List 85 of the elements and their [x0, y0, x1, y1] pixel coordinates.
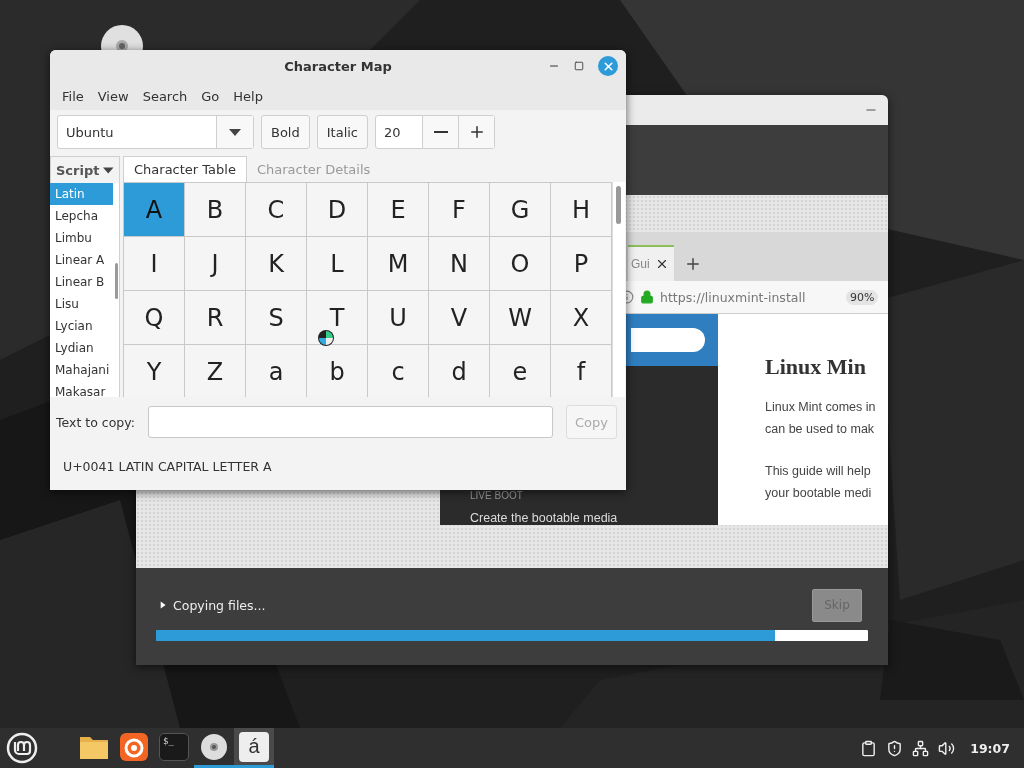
character-cell[interactable]: H [551, 183, 612, 237]
script-item[interactable]: Limbu [50, 227, 113, 249]
script-item[interactable]: Lisu [50, 293, 113, 315]
text-to-copy-field[interactable] [148, 406, 553, 438]
network-icon[interactable] [912, 739, 930, 757]
scrollbar-thumb[interactable] [616, 186, 621, 224]
maximize-icon[interactable] [574, 61, 584, 71]
menu-item[interactable]: Go [195, 88, 226, 104]
size-value: 20 [383, 123, 402, 142]
status-text: U+0041 LATIN CAPITAL LETTER A [63, 459, 273, 474]
dropdown-button[interactable] [216, 116, 253, 148]
character-cell[interactable]: T [307, 291, 368, 345]
tab[interactable]: Character Table [123, 156, 247, 182]
script-item[interactable]: Linear B [50, 271, 113, 293]
decrease-button[interactable] [422, 116, 459, 148]
close-icon [601, 59, 615, 73]
paragraph: Linux Mint comes in can be used to mak [765, 399, 877, 438]
tab-title: Gui [631, 257, 650, 272]
close-button[interactable] [598, 56, 618, 76]
paragraph: This guide will help your bootable medi [765, 463, 873, 502]
clock[interactable]: 19:07 [970, 740, 1010, 756]
busy-cursor-icon [317, 329, 335, 347]
disc-icon [200, 732, 228, 761]
zoom-level: 90% [846, 289, 879, 305]
character-cell[interactable]: P [551, 237, 612, 291]
page-heading: Linux Min [765, 354, 867, 380]
italic-button[interactable]: Italic [316, 115, 369, 149]
character-cell[interactable]: V [429, 291, 490, 345]
character-cell[interactable]: L [307, 237, 368, 291]
character-cell[interactable]: F [429, 183, 490, 237]
menu-item[interactable]: View [91, 88, 135, 104]
character-cell[interactable]: I [124, 237, 185, 291]
taskbar-app[interactable]: $_ [154, 728, 194, 768]
script-item[interactable]: Mahajani [50, 359, 113, 381]
shield-icon[interactable] [886, 739, 904, 757]
minus-icon [433, 131, 448, 133]
browser-icon [120, 732, 148, 761]
caret-icon [103, 166, 114, 174]
scrollbar-thumb[interactable] [115, 263, 118, 299]
script-item[interactable]: Lydian [50, 337, 113, 359]
character-cell[interactable]: U [368, 291, 429, 345]
character-cell[interactable]: C [246, 183, 307, 237]
font-combo[interactable]: Ubuntu [57, 115, 254, 149]
expander-arrow-icon [160, 600, 167, 610]
character-cell[interactable]: K [246, 237, 307, 291]
sidebar-text: Create the bootable media [470, 511, 619, 525]
character-map-icon: á [239, 731, 269, 762]
caret-icon [229, 128, 241, 136]
sidebar-text: LIVE BOOT [470, 490, 524, 501]
increase-button[interactable] [458, 116, 495, 148]
character-cell[interactable]: A [124, 183, 185, 237]
script-button[interactable]: Script [50, 156, 120, 183]
script-item[interactable]: Lepcha [50, 205, 113, 227]
character-cell[interactable]: R [185, 291, 246, 345]
character-cell[interactable]: G [490, 183, 551, 237]
url-text: https://linuxmint-install [660, 289, 807, 305]
terminal-icon: $_ [159, 732, 189, 761]
character-cell[interactable]: M [368, 237, 429, 291]
character-cell[interactable]: S [246, 291, 307, 345]
character-cell[interactable]: X [551, 291, 612, 345]
menu-logo-icon[interactable] [6, 732, 38, 764]
size-spinner[interactable]: 20 [375, 115, 496, 149]
character-cell[interactable]: D [307, 183, 368, 237]
character-cell[interactable]: B [185, 183, 246, 237]
character-cell[interactable]: O [490, 237, 551, 291]
character-cell[interactable]: N [429, 237, 490, 291]
character-cell[interactable]: J [185, 237, 246, 291]
script-item[interactable]: Makasar [50, 381, 113, 397]
taskbar-app[interactable]: á [234, 728, 274, 768]
menu-item[interactable]: File [56, 88, 90, 104]
volume-icon[interactable] [938, 739, 956, 757]
menu-item[interactable]: Search [136, 88, 194, 104]
script-item[interactable]: Lycian [50, 315, 113, 337]
copy-label: Text to copy: [56, 414, 136, 430]
progress-expander[interactable]: Copying files... [156, 597, 266, 613]
character-cell[interactable]: W [490, 291, 551, 345]
bold-button[interactable]: Bold [261, 115, 310, 149]
menu-item[interactable]: Help [227, 88, 269, 104]
font-name: Ubuntu [65, 123, 115, 142]
script-item[interactable]: Linear A [50, 249, 113, 271]
character-cell[interactable]: E [368, 183, 429, 237]
window-title: Character Map [284, 58, 392, 74]
clipboard-icon[interactable] [860, 739, 878, 757]
lock-icon [640, 290, 654, 305]
character-cell[interactable]: Q [124, 291, 185, 345]
